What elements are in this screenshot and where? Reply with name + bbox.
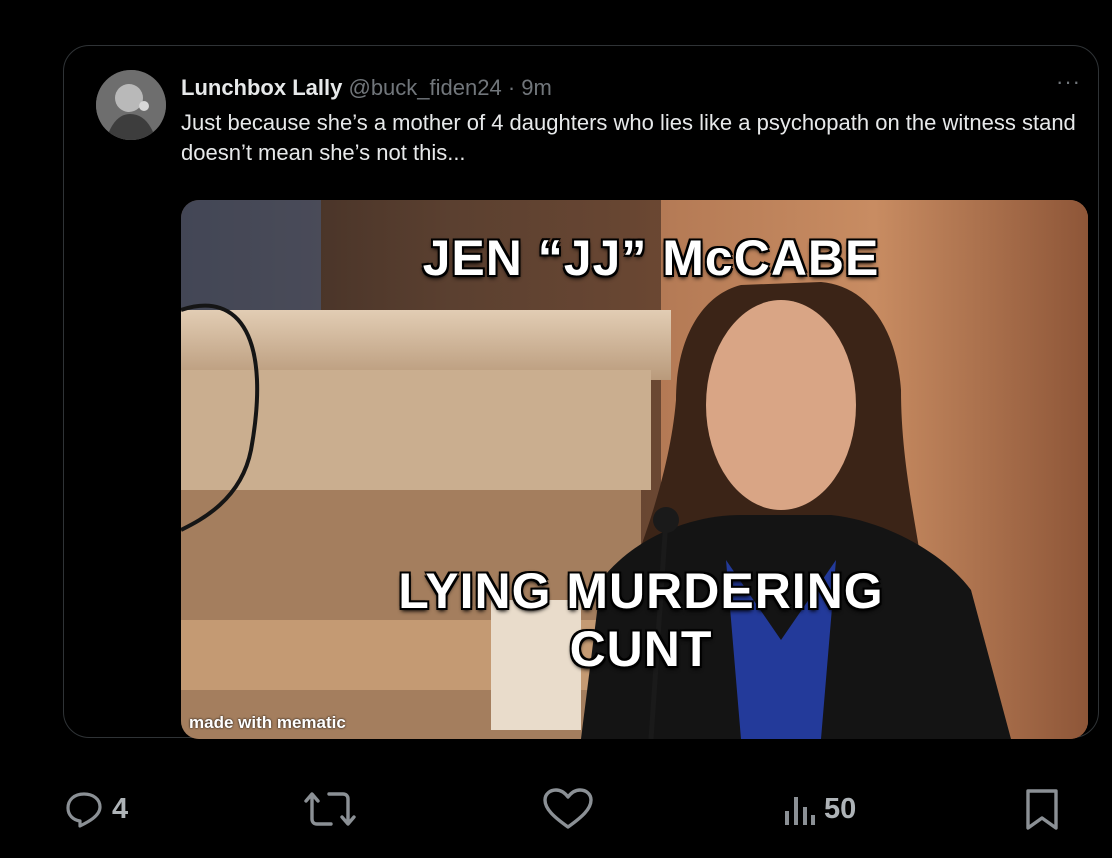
author-avatar[interactable] — [96, 70, 166, 140]
author-handle[interactable]: @buck_fiden24 — [348, 75, 501, 100]
author-name[interactable]: Lunchbox Lally — [181, 75, 342, 100]
meta-separator: · — [507, 75, 516, 100]
retweet-icon — [300, 789, 360, 829]
retweet-button[interactable] — [300, 780, 360, 838]
bookmark-icon — [1020, 787, 1064, 831]
meme-caption-bottom-line2: CUNT — [569, 621, 713, 677]
tweet-header: Lunchbox Lally @buck_fiden24 · 9m — [181, 74, 552, 102]
views-button[interactable]: 50 — [782, 780, 856, 838]
views-icon — [782, 789, 816, 829]
tweet-media-image[interactable]: JEN “JJ” McCABE LYING MURDERING CUNT mad… — [181, 200, 1088, 739]
bookmark-button[interactable] — [1020, 780, 1064, 838]
reply-count: 4 — [112, 792, 129, 825]
like-icon — [540, 787, 596, 831]
meme-caption-top: JEN “JJ” McCABE — [422, 230, 880, 286]
tweet-time[interactable]: 9m — [521, 75, 552, 100]
mematic-watermark: made with mematic — [189, 713, 346, 732]
meme-caption-bottom: LYING MURDERING CUNT — [291, 562, 991, 678]
more-options-icon[interactable]: ··· — [1056, 71, 1086, 93]
like-button[interactable] — [540, 780, 596, 838]
reply-button[interactable]: 4 — [64, 780, 128, 838]
action-bar: 4 50 — [0, 780, 1112, 840]
view-count: 50 — [824, 792, 857, 825]
meme-caption-bottom-line1: LYING MURDERING — [398, 563, 884, 619]
reply-icon — [64, 789, 104, 829]
tweet-text: Just because she’s a mother of 4 daughte… — [181, 110, 1076, 165]
